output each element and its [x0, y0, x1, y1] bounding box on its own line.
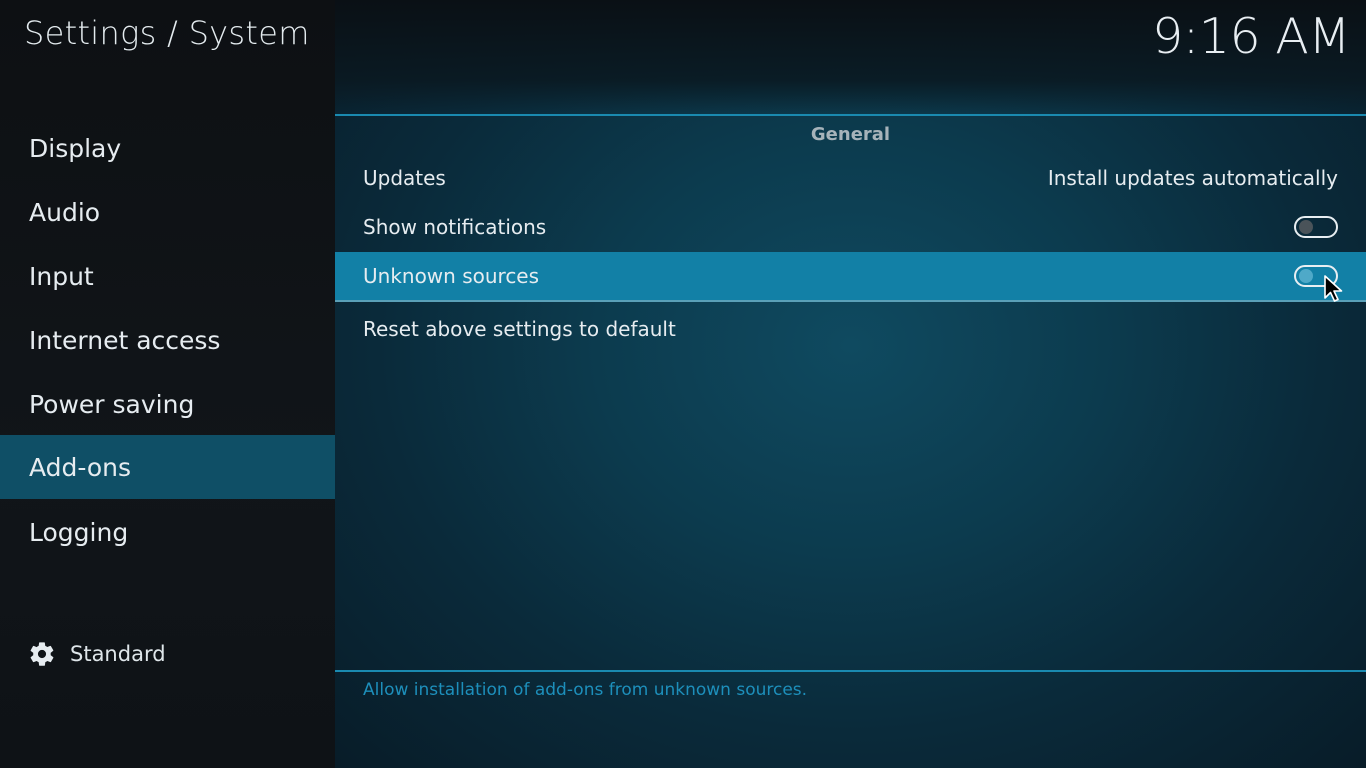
setting-updates[interactable]: Updates Install updates automatically: [335, 153, 1366, 203]
settings-level-button[interactable]: Standard: [28, 640, 166, 668]
top-divider: [335, 114, 1366, 116]
clock: 9:16 AM: [1152, 8, 1350, 65]
help-text: Allow installation of add-ons from unkno…: [363, 680, 808, 700]
settings-level-label: Standard: [70, 642, 166, 666]
page-title: Settings / System: [24, 14, 310, 52]
sidebar-item-display[interactable]: Display: [0, 116, 335, 180]
show-notifications-toggle[interactable]: [1294, 216, 1338, 238]
bottom-divider: [335, 670, 1366, 672]
setting-label: Updates: [363, 166, 446, 190]
sidebar-item-power-saving[interactable]: Power saving: [0, 372, 335, 436]
setting-reset-defaults[interactable]: Reset above settings to default: [335, 304, 1366, 354]
sidebar-item-add-ons[interactable]: Add-ons: [0, 435, 335, 499]
mouse-cursor-icon: [1324, 275, 1343, 302]
sidebar-item-input[interactable]: Input: [0, 244, 335, 308]
setting-unknown-sources[interactable]: Unknown sources: [335, 252, 1366, 302]
setting-show-notifications[interactable]: Show notifications: [335, 202, 1366, 252]
setting-label: Unknown sources: [363, 264, 540, 288]
toggle-knob: [1299, 269, 1313, 283]
gear-icon: [30, 642, 54, 666]
section-title: General: [810, 124, 891, 145]
sidebar: Settings / System Display Audio Input In…: [0, 0, 335, 768]
setting-value: Install updates automatically: [1047, 166, 1338, 190]
setting-label: Show notifications: [363, 215, 547, 239]
setting-label: Reset above settings to default: [363, 317, 676, 341]
sidebar-item-audio[interactable]: Audio: [0, 180, 335, 244]
toggle-knob: [1299, 220, 1313, 234]
sidebar-item-internet-access[interactable]: Internet access: [0, 308, 335, 372]
sidebar-item-logging[interactable]: Logging: [0, 500, 335, 564]
